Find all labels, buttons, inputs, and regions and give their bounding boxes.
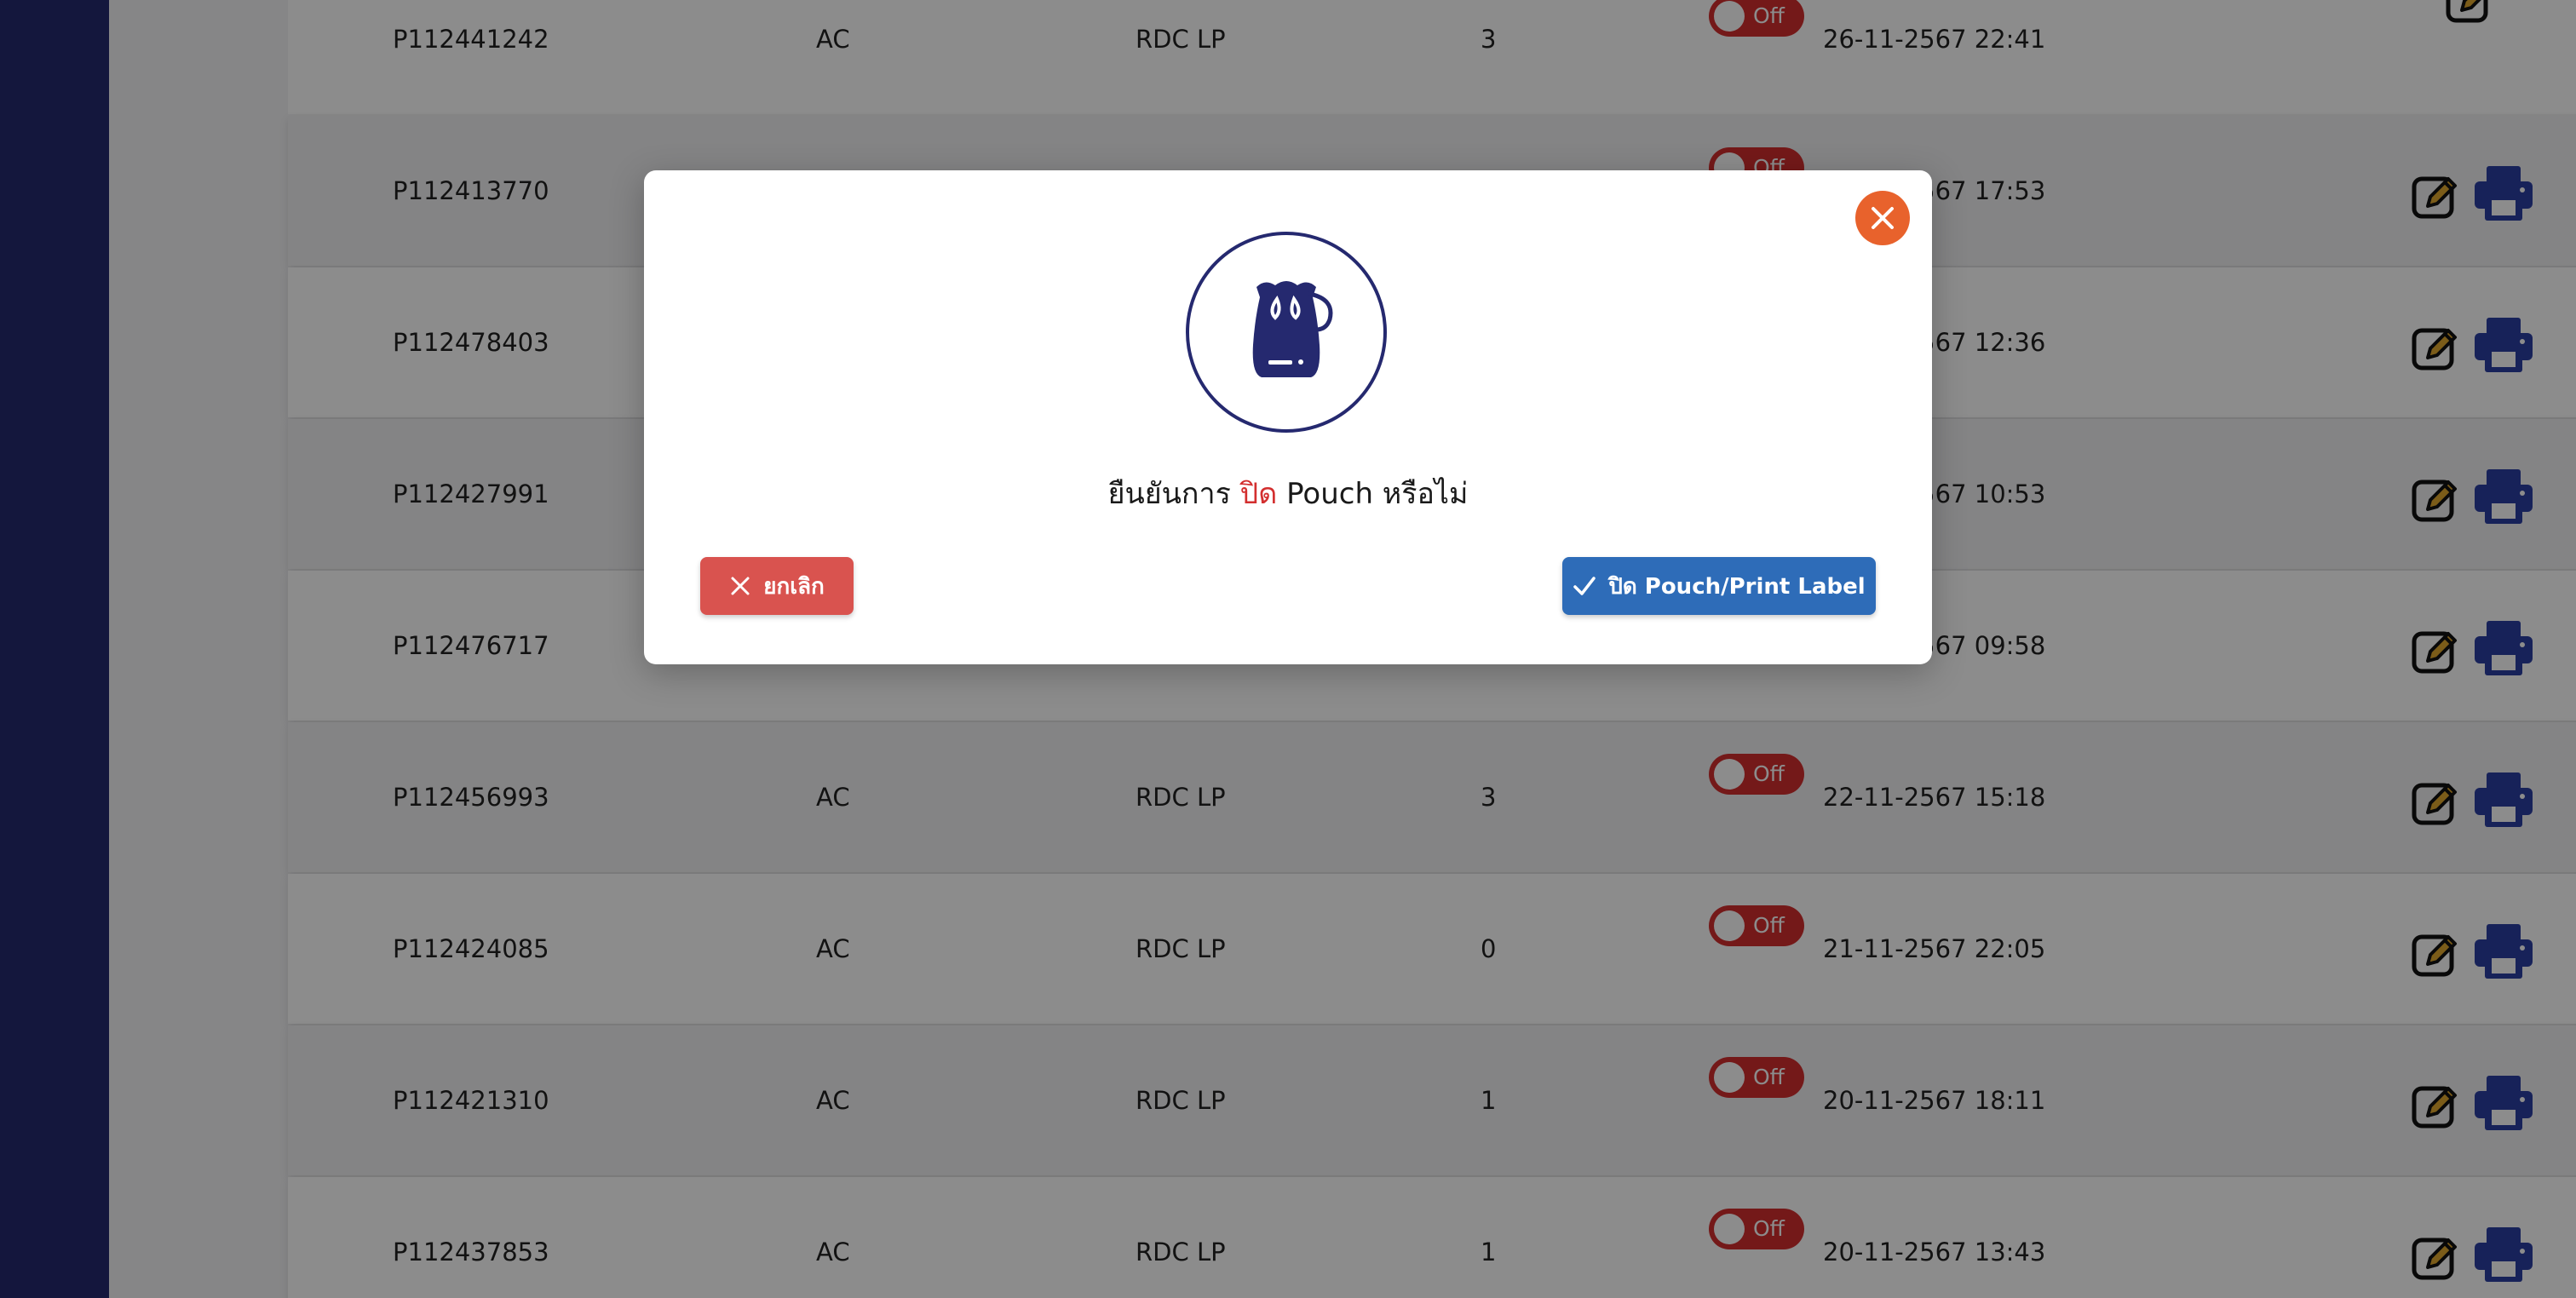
x-icon bbox=[731, 577, 750, 595]
pouch-icon-circle bbox=[1186, 232, 1387, 433]
title-accent: ปิด bbox=[1239, 477, 1278, 511]
cancel-label: ยกเลิก bbox=[763, 573, 825, 600]
close-icon bbox=[1872, 207, 1894, 229]
close-pouch-print-button[interactable]: ปิด Pouch/Print Label bbox=[1562, 557, 1876, 615]
confirm-dialog: ยืนยันการ ปิด Pouch หรือไม่ ยกเลิก ปิด P… bbox=[644, 170, 1932, 664]
check-icon bbox=[1573, 577, 1596, 595]
title-text-after: Pouch หรือไม่ bbox=[1277, 477, 1469, 511]
pouch-bag-icon bbox=[1252, 281, 1333, 377]
title-text-before: ยืนยันการ bbox=[1107, 477, 1240, 511]
close-button[interactable] bbox=[1855, 191, 1910, 245]
confirm-label: ปิด Pouch/Print Label bbox=[1608, 573, 1866, 600]
dialog-title: ยืนยันการ ปิด Pouch หรือไม่ bbox=[644, 470, 1932, 516]
cancel-button[interactable]: ยกเลิก bbox=[700, 557, 854, 615]
